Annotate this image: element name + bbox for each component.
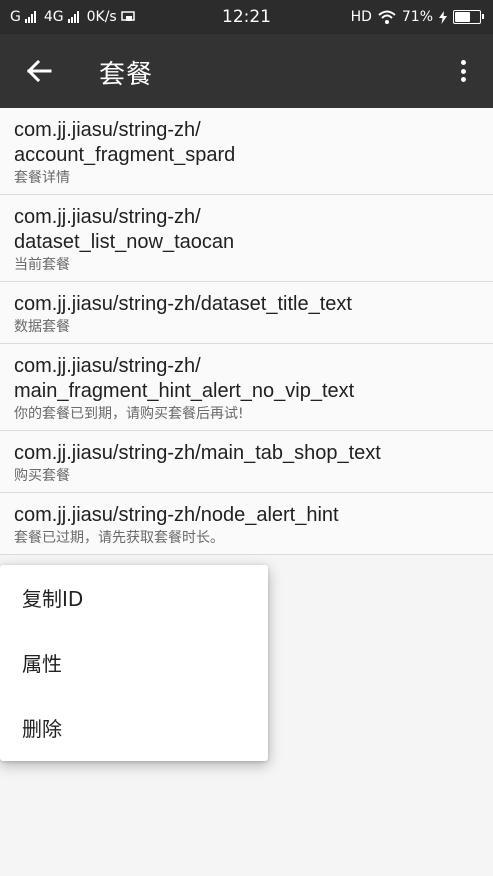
string-value: 套餐详情 — [14, 170, 70, 186]
list-item[interactable]: com.jj.jiasu/string-zh/main_fragment_hin… — [0, 344, 493, 431]
battery-icon — [453, 10, 484, 24]
string-key: com.jj.jiasu/string-zh/dataset_title_tex… — [14, 293, 352, 315]
context-menu: 复制ID 属性 删除 — [0, 565, 268, 761]
menu-item-copy-id[interactable]: 复制ID — [0, 565, 268, 630]
list-item[interactable]: com.jj.jiasu/string-zh/node_alert_hint 套… — [0, 493, 493, 555]
battery-percent: 71% — [401, 9, 433, 25]
list-item[interactable]: com.jj.jiasu/string-zh/dataset_list_now_… — [0, 195, 493, 282]
status-right: HD 71% — [350, 9, 484, 25]
charging-icon — [439, 10, 447, 24]
string-key: com.jj.jiasu/string-zh/main_tab_shop_tex… — [14, 442, 381, 464]
status-bar: G 4G 0K/s 12:21 HD 71% — [0, 0, 493, 34]
string-value: 套餐已过期，请先获取套餐时长。 — [14, 530, 224, 546]
page-title: 套餐 — [99, 60, 154, 90]
string-value: 当前套餐 — [14, 257, 70, 273]
battery-fill — [455, 12, 470, 22]
more-vert-icon[interactable] — [453, 56, 473, 86]
string-key: com.jj.jiasu/string-zh/node_alert_hint — [14, 504, 339, 526]
string-key: com.jj.jiasu/string-zh/account_fragment_… — [14, 119, 236, 166]
wifi-icon — [378, 10, 396, 24]
hd-label: HD — [350, 9, 372, 25]
menu-item-delete[interactable]: 删除 — [0, 695, 268, 760]
string-value: 购买套餐 — [14, 468, 70, 484]
arrow-left-icon[interactable] — [22, 54, 56, 88]
list-item[interactable]: com.jj.jiasu/string-zh/account_fragment_… — [0, 108, 493, 195]
app-bar: 套餐 — [0, 34, 493, 108]
list-item[interactable]: com.jj.jiasu/string-zh/main_tab_shop_tex… — [0, 431, 493, 493]
string-value: 数据套餐 — [14, 319, 70, 335]
string-list: com.jj.jiasu/string-zh/account_fragment_… — [0, 108, 493, 555]
menu-item-properties[interactable]: 属性 — [0, 630, 268, 695]
string-key: com.jj.jiasu/string-zh/main_fragment_hin… — [14, 355, 355, 402]
list-item[interactable]: com.jj.jiasu/string-zh/dataset_title_tex… — [0, 282, 493, 344]
string-key: com.jj.jiasu/string-zh/dataset_list_now_… — [14, 206, 235, 253]
string-value: 你的套餐已到期，请购买套餐后再试! — [14, 406, 244, 422]
